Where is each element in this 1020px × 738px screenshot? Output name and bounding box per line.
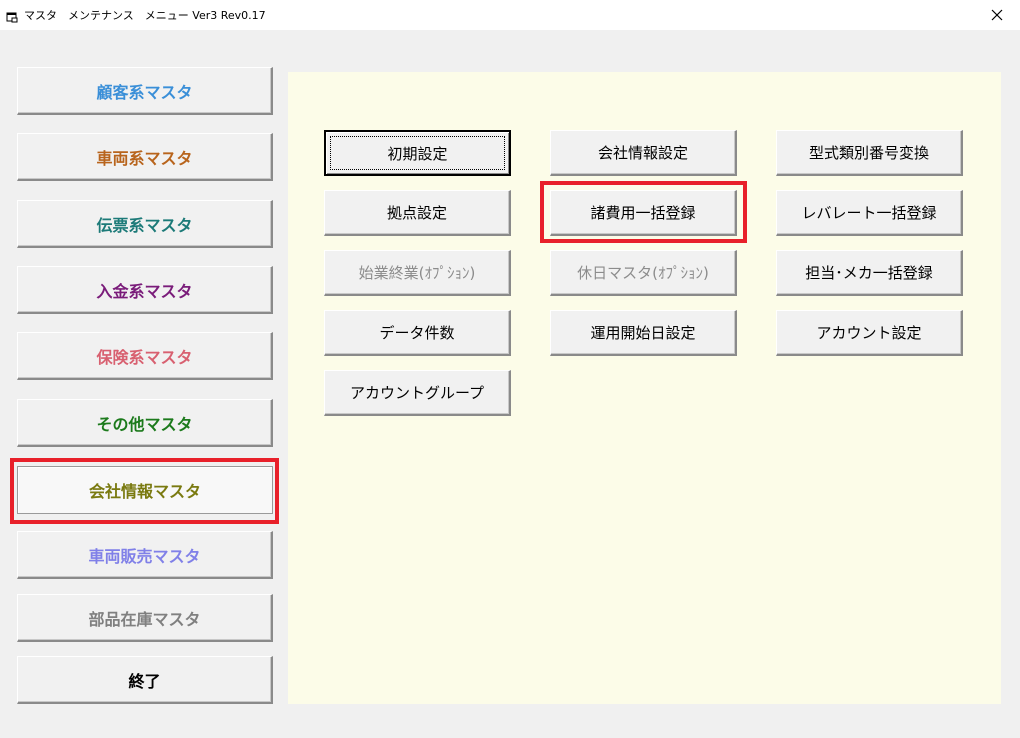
button-label: 型式類別番号変換 [808, 144, 929, 162]
button-label: 始業終業(ｵﾌﾟｼｮﾝ) [358, 264, 476, 282]
button-label: 担当･メカ一括登録 [805, 264, 933, 282]
branch-settings-button[interactable]: 拠点設定 [324, 190, 511, 236]
title-bar: マスタ メンテナンス メニュー Ver3 Rev0.17 [0, 0, 1020, 30]
sidebar-item-other-master[interactable]: その他マスタ [17, 399, 273, 447]
button-label: 運用開始日設定 [590, 324, 696, 342]
company-info-settings-button[interactable]: 会社情報設定 [550, 130, 737, 176]
button-label: 休日マスタ(ｵﾌﾟｼｮﾝ) [577, 264, 709, 282]
app-window-icon [6, 8, 18, 23]
sidebar-item-label: 保険系マスタ [96, 347, 193, 367]
button-label: データ件数 [379, 324, 455, 342]
sidebar-item-label: 車両系マスタ [96, 148, 193, 168]
account-settings-button[interactable]: アカウント設定 [776, 310, 963, 356]
sidebar-item-parts-stock-master[interactable]: 部品在庫マスタ [17, 594, 273, 642]
sidebar-item-label: 終了 [128, 671, 161, 691]
button-label: 初期設定 [387, 144, 448, 163]
data-count-button[interactable]: データ件数 [324, 310, 511, 356]
exit-button[interactable]: 終了 [17, 656, 273, 704]
button-label: 拠点設定 [386, 204, 447, 222]
model-code-convert-button[interactable]: 型式類別番号変換 [776, 130, 963, 176]
button-label: アカウントグループ [349, 384, 485, 402]
sidebar-item-label: 顧客系マスタ [96, 82, 193, 102]
business-hours-option-button: 始業終業(ｵﾌﾟｼｮﾝ) [324, 250, 511, 296]
initial-settings-button[interactable]: 初期設定 [324, 130, 511, 176]
sidebar-item-insurance-master[interactable]: 保険系マスタ [17, 332, 273, 380]
sidebar-item-company-master[interactable]: 会社情報マスタ [17, 466, 273, 514]
operation-start-date-button[interactable]: 運用開始日設定 [550, 310, 737, 356]
sidebar-item-payment-master[interactable]: 入金系マスタ [17, 266, 273, 314]
sidebar-item-label: その他マスタ [96, 414, 193, 434]
button-label: 会社情報設定 [597, 144, 688, 162]
sidebar-item-label: 車両販売マスタ [88, 546, 201, 566]
main-window: マスタ メンテナンス メニュー Ver3 Rev0.17 顧客系マスタ 車両系マ… [0, 0, 1020, 738]
button-label: アカウント設定 [816, 324, 922, 342]
sidebar-item-customer-master[interactable]: 顧客系マスタ [17, 67, 273, 115]
expenses-bulk-register-button[interactable]: 諸費用一括登録 [550, 190, 737, 236]
sidebar-item-label: 会社情報マスタ [88, 482, 201, 501]
sidebar-item-label: 入金系マスタ [96, 281, 193, 301]
sidebar-item-vehicle-master[interactable]: 車両系マスタ [17, 133, 273, 181]
staff-mechanic-bulk-register-button[interactable]: 担当･メカ一括登録 [776, 250, 963, 296]
close-button[interactable] [974, 0, 1020, 30]
sidebar-item-label: 部品在庫マスタ [88, 609, 201, 629]
button-label: レバレート一括登録 [801, 204, 937, 222]
close-icon [991, 6, 1003, 25]
labor-rate-bulk-register-button[interactable]: レバレート一括登録 [776, 190, 963, 236]
holiday-master-option-button: 休日マスタ(ｵﾌﾟｼｮﾝ) [550, 250, 737, 296]
button-label: 諸費用一括登録 [590, 204, 696, 222]
window-title: マスタ メンテナンス メニュー Ver3 Rev0.17 [24, 9, 266, 22]
sidebar-item-vehicle-sales-master[interactable]: 車両販売マスタ [17, 531, 273, 579]
sidebar-item-label: 伝票系マスタ [96, 215, 193, 235]
sidebar-item-slip-master[interactable]: 伝票系マスタ [17, 200, 273, 248]
account-group-button[interactable]: アカウントグループ [324, 370, 511, 416]
